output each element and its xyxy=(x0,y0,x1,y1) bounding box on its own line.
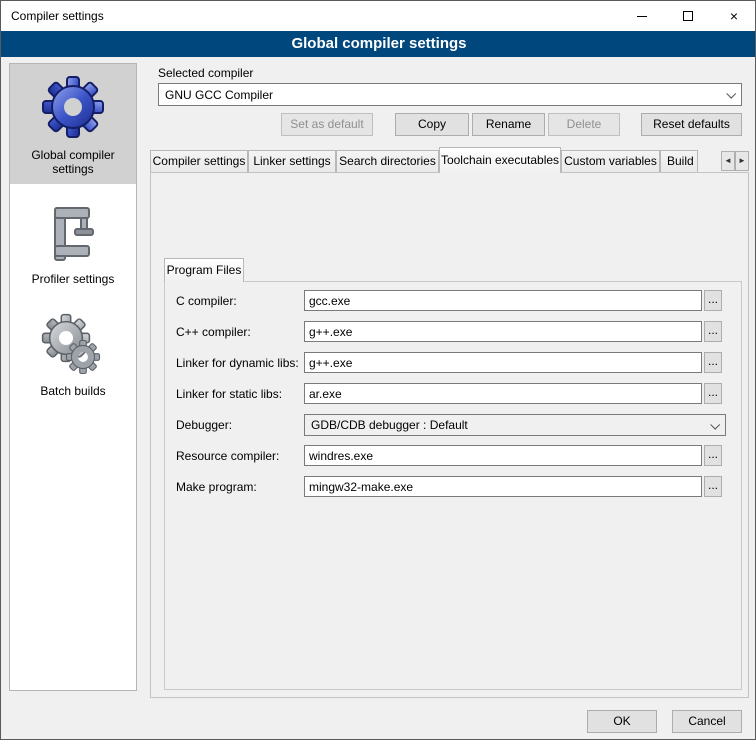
settings-category-list: Global compiler settings Profiler settin… xyxy=(9,63,137,691)
blue-gear-icon xyxy=(40,72,106,142)
page-title: Global compiler settings xyxy=(1,31,756,57)
tab-scroll-right-button[interactable]: ► xyxy=(735,151,749,171)
minimize-icon xyxy=(637,16,647,17)
subtab-program-files[interactable]: Program Files xyxy=(164,258,244,282)
left-arrow-icon: ◄ xyxy=(724,156,732,165)
tab-compiler-settings[interactable]: Compiler settings xyxy=(150,150,248,172)
selected-compiler-dropdown[interactable]: GNU GCC Compiler xyxy=(158,83,742,106)
static-linker-browse-button[interactable]: ... xyxy=(704,383,722,404)
clamp-tool-icon xyxy=(41,202,105,266)
right-arrow-icon: ► xyxy=(738,156,746,165)
close-button[interactable]: × xyxy=(711,1,756,31)
dynamic-linker-label: Linker for dynamic libs: xyxy=(176,356,299,370)
caption-buttons: × xyxy=(619,1,756,31)
close-icon: × xyxy=(730,9,738,23)
tab-custom-variables[interactable]: Custom variables xyxy=(561,150,660,172)
cpp-compiler-browse-button[interactable]: ... xyxy=(704,321,722,342)
static-linker-label: Linker for static libs: xyxy=(176,387,282,401)
c-compiler-input[interactable] xyxy=(304,290,702,311)
copy-button[interactable]: Copy xyxy=(395,113,469,136)
sidebar-item-label: Global compiler settings xyxy=(12,148,134,176)
minimize-button[interactable] xyxy=(619,1,665,31)
cpp-compiler-input[interactable] xyxy=(304,321,702,342)
dynamic-linker-browse-button[interactable]: ... xyxy=(704,352,722,373)
tab-scroll-left-button[interactable]: ◄ xyxy=(721,151,735,171)
gray-gears-icon xyxy=(40,312,106,378)
debugger-dropdown[interactable]: GDB/CDB debugger : Default xyxy=(304,414,726,436)
maximize-icon xyxy=(683,11,693,21)
sidebar-item-batch-builds[interactable]: Batch builds xyxy=(10,304,136,406)
tab-toolchain-executables[interactable]: Toolchain executables xyxy=(439,147,561,173)
delete-button[interactable]: Delete xyxy=(548,113,620,136)
tab-linker-settings[interactable]: Linker settings xyxy=(248,150,336,172)
reset-defaults-button[interactable]: Reset defaults xyxy=(641,113,742,136)
sidebar-item-global-compiler-settings[interactable]: Global compiler settings xyxy=(10,64,136,184)
set-as-default-button[interactable]: Set as default xyxy=(281,113,373,136)
make-program-browse-button[interactable]: ... xyxy=(704,476,722,497)
sidebar-item-profiler-settings[interactable]: Profiler settings xyxy=(10,194,136,294)
make-program-input[interactable] xyxy=(304,476,702,497)
dynamic-linker-input[interactable] xyxy=(304,352,702,373)
cpp-compiler-label: C++ compiler: xyxy=(176,325,251,339)
compiler-settings-dialog: Compiler settings × Global compiler sett… xyxy=(0,0,756,740)
ok-button[interactable]: OK xyxy=(587,710,657,733)
rename-button[interactable]: Rename xyxy=(472,113,545,136)
tab-build-options[interactable]: Build options xyxy=(660,150,698,172)
make-program-label: Make program: xyxy=(176,480,257,494)
maximize-button[interactable] xyxy=(665,1,711,31)
cancel-button[interactable]: Cancel xyxy=(672,710,742,733)
static-linker-input[interactable] xyxy=(304,383,702,404)
resource-compiler-browse-button[interactable]: ... xyxy=(704,445,722,466)
debugger-label: Debugger: xyxy=(176,418,232,432)
chevron-down-icon xyxy=(726,89,736,99)
window-title: Compiler settings xyxy=(11,9,104,23)
resource-compiler-label: Resource compiler: xyxy=(176,449,279,463)
c-compiler-browse-button[interactable]: ... xyxy=(704,290,722,311)
selected-compiler-label: Selected compiler xyxy=(158,66,253,80)
debugger-value: GDB/CDB debugger : Default xyxy=(311,418,468,432)
sidebar-item-label: Batch builds xyxy=(40,384,105,398)
c-compiler-label: C compiler: xyxy=(176,294,237,308)
selected-compiler-value: GNU GCC Compiler xyxy=(165,88,273,102)
tab-search-directories[interactable]: Search directories xyxy=(336,150,439,172)
chevron-down-icon xyxy=(710,420,720,430)
resource-compiler-input[interactable] xyxy=(304,445,702,466)
titlebar: Compiler settings × xyxy=(1,1,756,31)
sidebar-item-label: Profiler settings xyxy=(32,272,115,286)
